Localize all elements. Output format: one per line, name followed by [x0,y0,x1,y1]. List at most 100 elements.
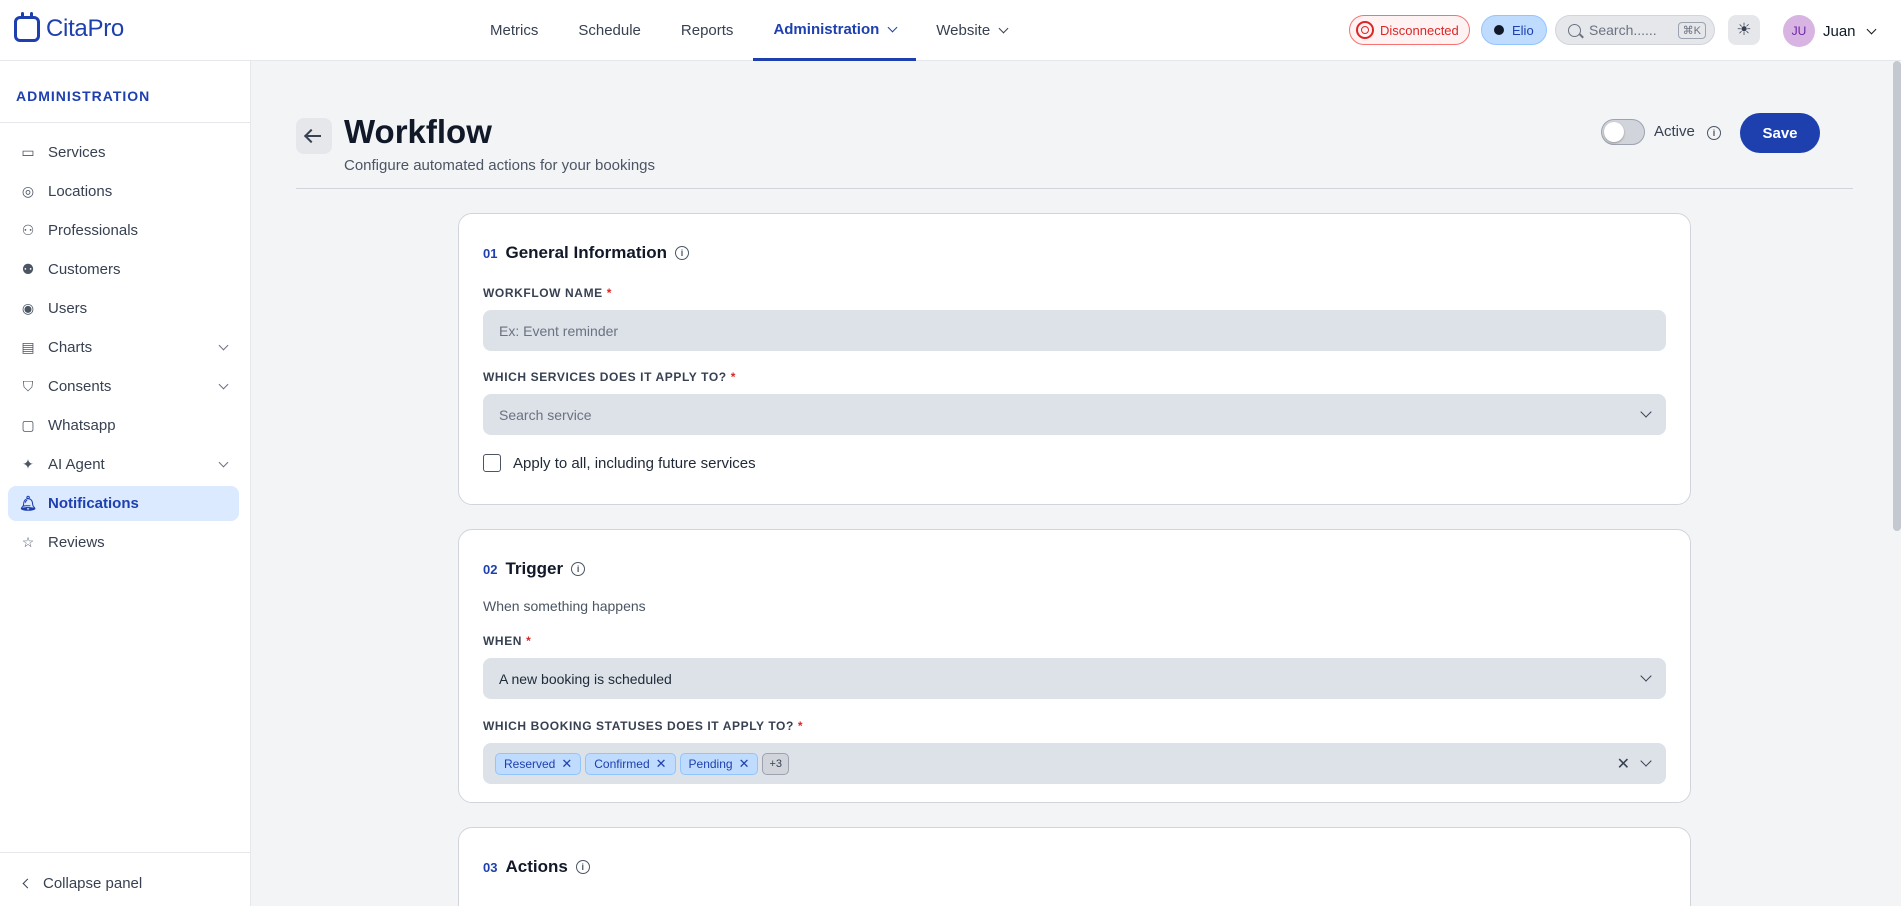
nav-metrics[interactable]: Metrics [470,0,558,61]
general-information-section: 01 General Information i WORKFLOW NAME * … [458,213,1691,505]
when-label-text: WHEN [483,634,523,648]
top-bar: CitaPro Metrics Schedule Reports Adminis… [0,0,1901,61]
sidebar-item-users[interactable]: ◉ Users [8,291,239,326]
when-value: A new booking is scheduled [499,670,672,687]
assistant-label: Elio [1512,22,1534,38]
sparkles-icon: ✦ [22,456,34,472]
when-label: WHEN * [483,634,531,648]
statuses-label: WHICH BOOKING STATUSES DOES IT APPLY TO?… [483,719,803,733]
section-header: 01 General Information i [483,243,689,263]
box-icon: ▭ [21,144,35,160]
trigger-section: 02 Trigger i When something happens WHEN… [458,529,1691,803]
whatsapp-status-badge[interactable]: Disconnected [1349,15,1470,45]
brand-name: CitaPro [46,15,124,42]
chevron-down-icon [1640,670,1652,682]
sidebar-item-customers[interactable]: ⚉ Customers [8,252,239,287]
user-name: Juan [1823,22,1856,40]
nav-website-label: Website [936,22,991,39]
sidebar-item-ai-agent[interactable]: ✦ AI Agent [8,447,239,482]
section-title: General Information [505,243,667,262]
global-search[interactable]: Search...... ⌘K [1555,15,1715,45]
sidebar-item-locations[interactable]: ◎ Locations [8,174,239,209]
section-header: 03 Actions i [483,857,590,877]
sidebar-item-label: Professionals [48,222,139,239]
services-placeholder: Search service [499,406,592,423]
nav-schedule[interactable]: Schedule [558,0,661,61]
collapse-panel-button[interactable]: Collapse panel [22,875,143,892]
apply-all-label: Apply to all, including future services [513,454,756,472]
save-button[interactable]: Save [1740,113,1820,153]
page-title: Workflow [344,113,492,150]
section-number: 01 [483,245,498,261]
active-toggle-label: Active [1654,123,1695,140]
sidebar-divider [0,122,250,123]
sidebar-item-label: Services [48,144,106,161]
map-pin-icon: ◎ [21,183,35,199]
services-select[interactable]: Search service [483,394,1666,435]
statuses-multiselect[interactable]: Reserved ✕ Confirmed ✕ Pending ✕ +3 ✕ [483,743,1666,784]
nav-metrics-label: Metrics [490,22,539,39]
chevron-left-icon [22,878,33,889]
search-shortcut: ⌘K [1677,21,1706,39]
nav-website[interactable]: Website [916,0,1027,61]
info-icon: i [1707,126,1721,140]
section-title: Actions [505,857,568,876]
calendar-logo-icon [14,12,40,42]
user-menu[interactable]: JU Juan [1783,15,1876,47]
assistant-button[interactable]: Elio [1481,15,1547,45]
page-subtitle: Configure automated actions for your boo… [344,157,656,174]
chevron-down-icon [218,379,229,390]
section-title: Trigger [505,559,564,578]
chat-icon: ▢ [21,417,35,433]
sidebar-item-notifications[interactable]: 🔔︎ Notifications [8,486,239,521]
info-icon[interactable]: i [675,246,689,260]
sidebar-item-reviews[interactable]: ☆ Reviews [8,525,239,560]
status-tag: Reserved ✕ [495,752,582,775]
status-tag: Pending ✕ [679,752,759,775]
apply-all-option[interactable]: Apply to all, including future services [483,454,756,472]
search-placeholder: Search...... [1589,22,1657,38]
sidebar-list: ▭ Services ◎ Locations ⚇ Professionals ⚉ Cus… [8,135,239,564]
statuses-label-text: WHICH BOOKING STATUSES DOES IT APPLY TO? [483,719,794,733]
nav-schedule-label: Schedule [578,22,641,39]
sun-icon: ☀ [1736,20,1752,39]
remove-tag-icon[interactable]: ✕ [561,756,572,772]
status-tag-label: Confirmed [594,756,650,771]
nav-reports[interactable]: Reports [661,0,754,61]
nav-administration[interactable]: Administration [753,0,917,61]
whatsapp-icon [1356,21,1374,39]
theme-toggle-button[interactable]: ☀ [1728,15,1760,45]
sidebar-item-consents[interactable]: ⛉ Consents [8,369,239,404]
chevron-down-icon [1866,24,1876,34]
more-statuses-badge[interactable]: +3 [762,752,790,775]
info-icon[interactable]: i [571,562,586,576]
sidebar-item-label: Reviews [48,534,105,551]
services-label-text: WHICH SERVICES DOES IT APPLY TO? [483,370,727,384]
remove-tag-icon[interactable]: ✕ [656,756,667,772]
sidebar-item-label: Users [48,300,88,317]
collapse-panel-label: Collapse panel [43,875,143,892]
clear-selection-icon[interactable]: ✕ [1617,754,1630,774]
active-info-icon[interactable]: i [1707,123,1721,141]
status-tag: Confirmed ✕ [585,752,676,775]
sidebar-item-whatsapp[interactable]: ▢ Whatsapp [8,408,239,443]
nav-reports-label: Reports [680,22,734,39]
sidebar-item-charts[interactable]: ▤ Charts [8,330,239,365]
shield-check-icon: ⛉ [22,378,34,394]
brand-logo[interactable]: CitaPro [14,12,124,43]
remove-tag-icon[interactable]: ✕ [739,756,750,772]
back-button[interactable] [296,118,332,154]
required-marker: * [730,370,736,384]
when-select[interactable]: A new booking is scheduled [483,658,1666,699]
sidebar-item-services[interactable]: ▭ Services [8,135,239,170]
apply-all-checkbox[interactable] [483,454,501,472]
sidebar-item-professionals[interactable]: ⚇ Professionals [8,213,239,248]
info-icon[interactable]: i [575,860,590,874]
page-scrollbar[interactable] [1893,61,1901,531]
services-label: WHICH SERVICES DOES IT APPLY TO? * [483,370,736,384]
chevron-down-icon [887,22,898,32]
active-toggle[interactable] [1601,119,1645,145]
actions-section: 03 Actions i [458,827,1691,906]
header-divider [296,188,1853,189]
workflow-name-input[interactable]: Ex: Event reminder [483,310,1666,351]
